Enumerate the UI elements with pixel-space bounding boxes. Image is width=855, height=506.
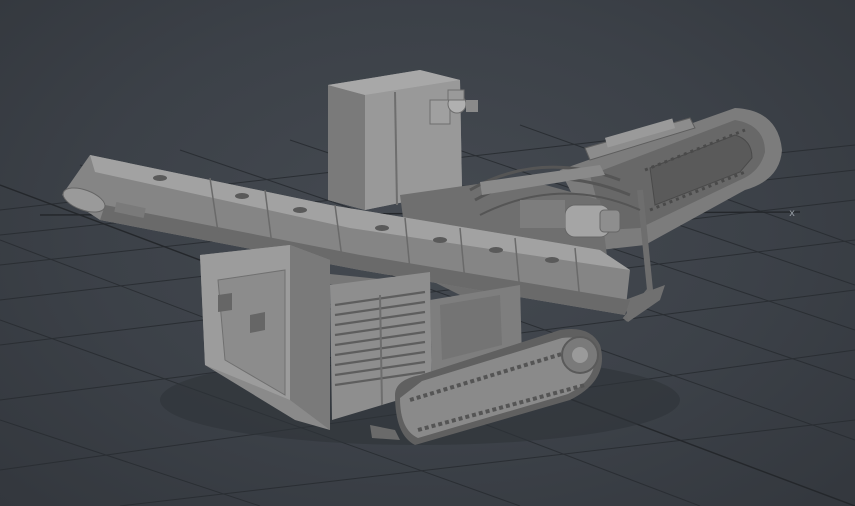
trencher-model[interactable] — [60, 70, 782, 445]
3d-viewport[interactable]: x — [0, 0, 855, 506]
viewport-canvas[interactable]: x — [0, 0, 855, 506]
axis-x-label: x — [789, 208, 795, 219]
